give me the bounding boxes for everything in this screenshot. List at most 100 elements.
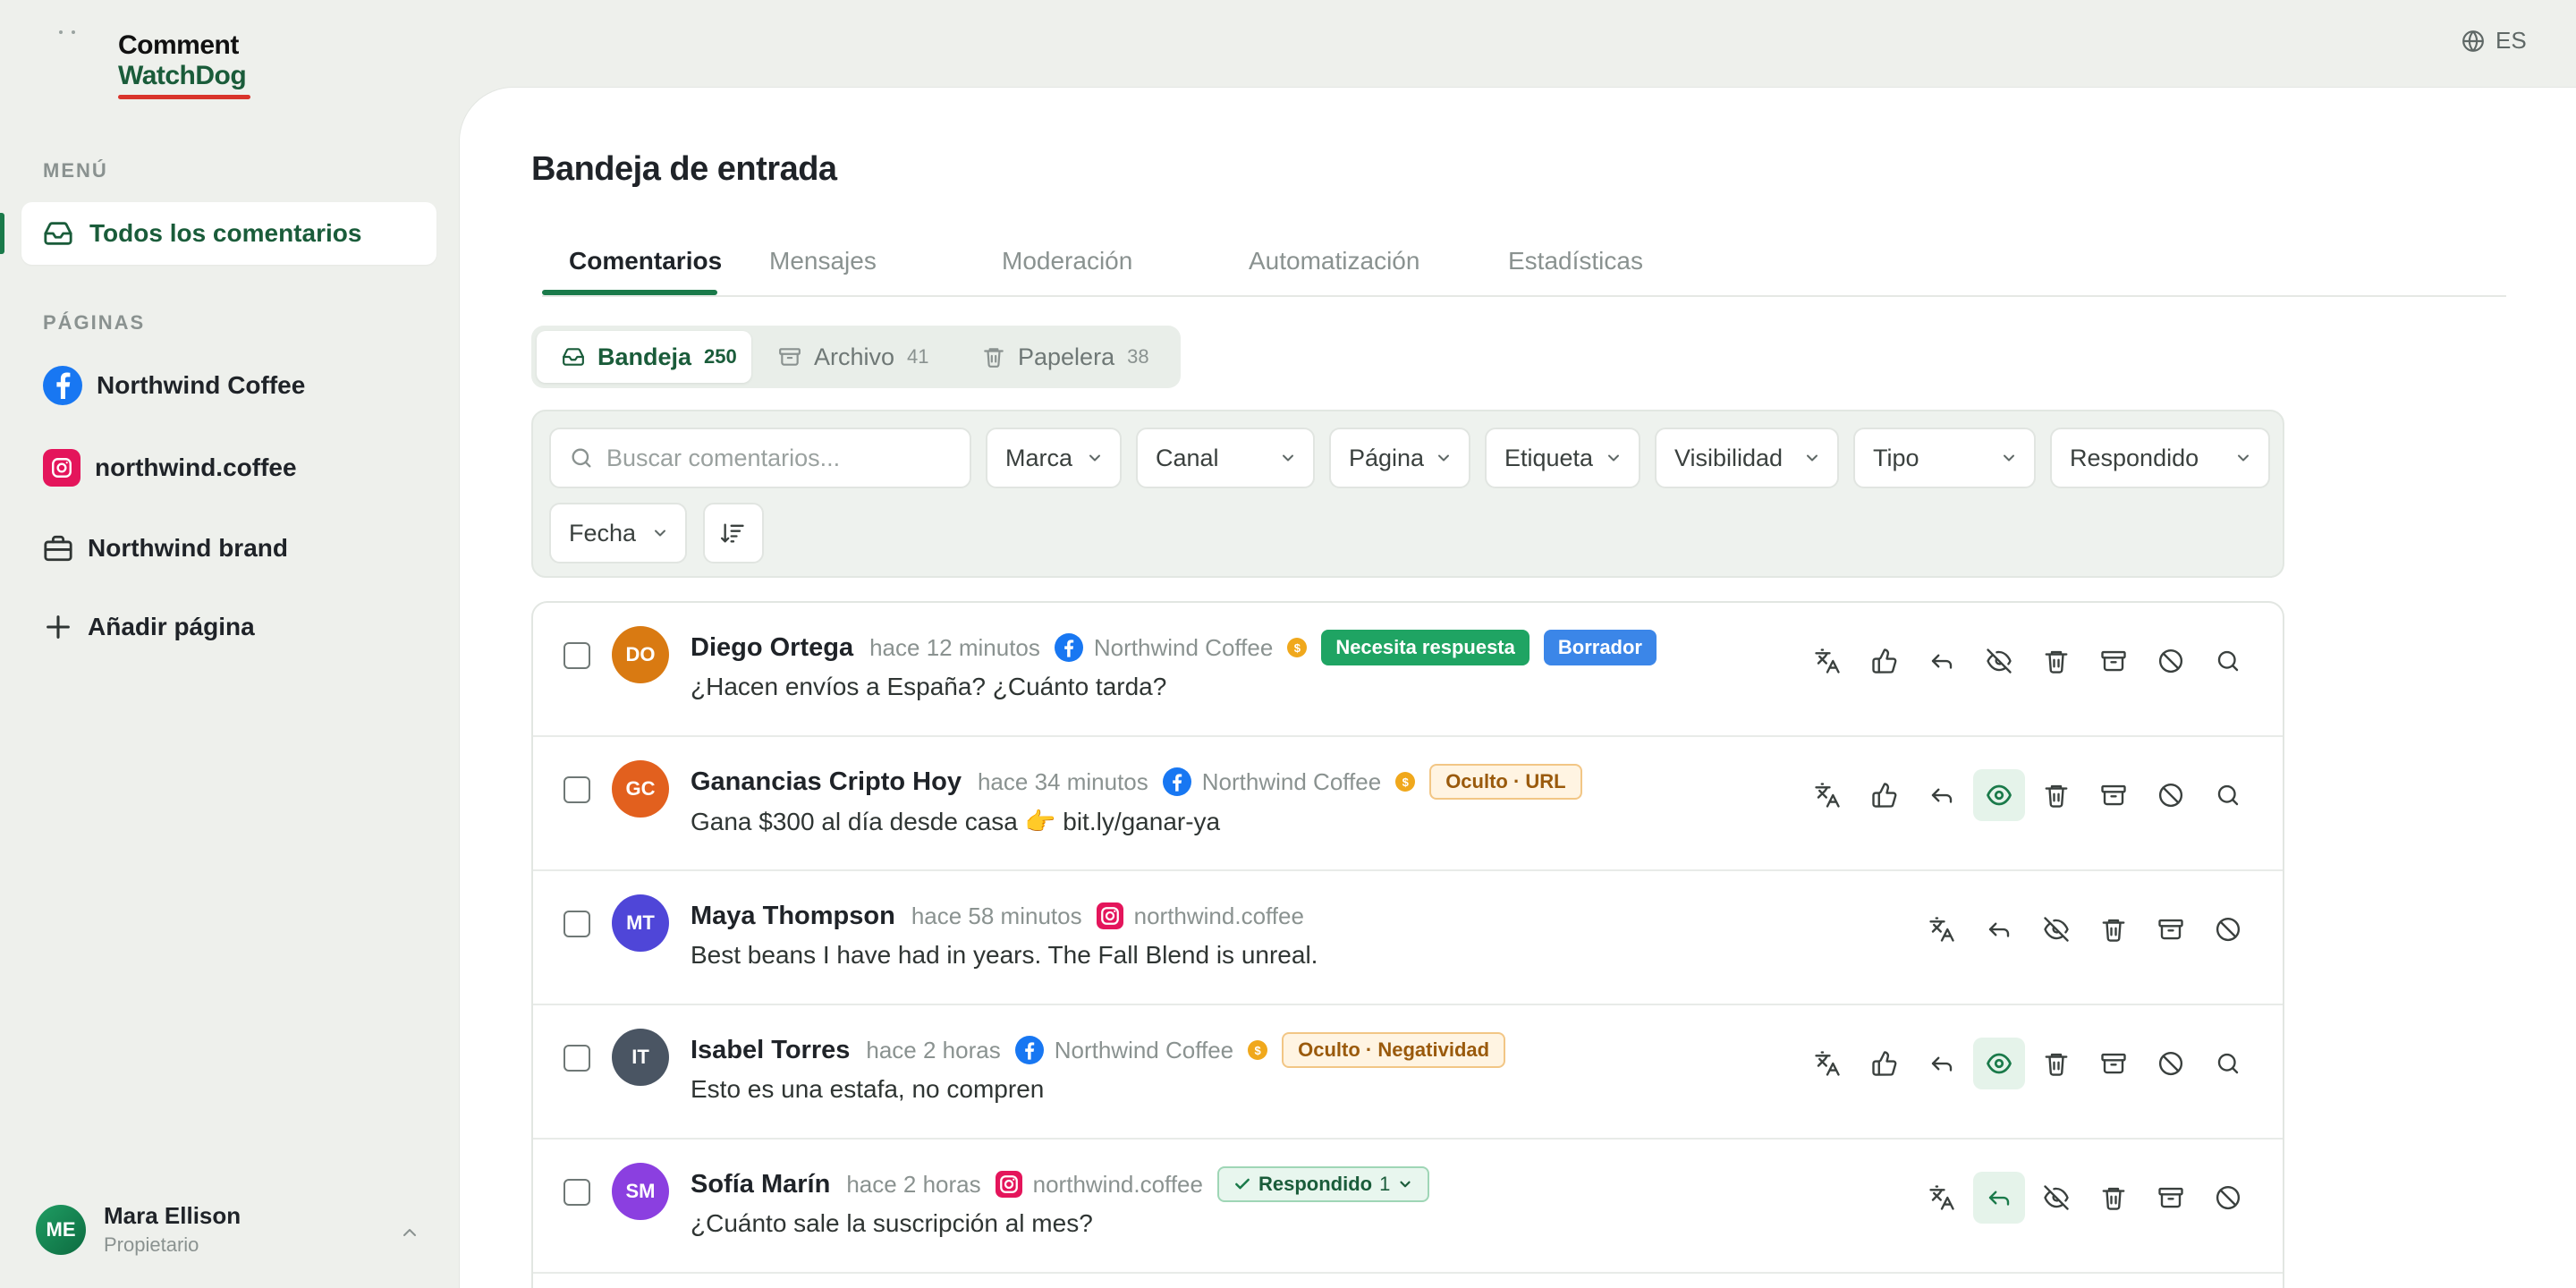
segment-papelera[interactable]: Papelera 38 <box>982 331 1179 383</box>
filter-canal[interactable]: Canal <box>1136 428 1315 488</box>
comment-row[interactable]: GC Ganancias Cripto Hoy hace 34 minutos Nor… <box>533 737 2283 871</box>
action-trash-button[interactable] <box>2088 903 2140 955</box>
language-switcher[interactable]: ES <box>2462 27 2527 55</box>
action-eye-off-button[interactable] <box>1973 635 2025 687</box>
chevron-down-icon <box>1435 449 1453 467</box>
app-logo[interactable]: Comment WatchDog <box>118 30 250 99</box>
action-reply-button[interactable] <box>1916 635 1968 687</box>
sort-button[interactable] <box>703 503 764 564</box>
trash-icon <box>2100 916 2127 943</box>
tab-automatizacion[interactable]: Automatización <box>1249 247 1419 275</box>
menu-section-label: MENÚ <box>43 159 108 182</box>
filter-fecha[interactable]: Fecha <box>549 503 687 564</box>
segment-count: 41 <box>907 345 929 368</box>
sort-icon <box>721 521 746 546</box>
trash-icon <box>2043 648 2070 674</box>
action-reply-button[interactable] <box>1916 1038 1968 1089</box>
chevron-down-icon <box>1605 449 1623 467</box>
tab-moderacion[interactable]: Moderación <box>1002 247 1132 275</box>
add-page-button[interactable]: Añadir página <box>43 605 255 649</box>
action-trash-button[interactable] <box>2088 1172 2140 1224</box>
filter-tipo[interactable]: Tipo <box>1853 428 2036 488</box>
comment-row[interactable]: MT Maya Thompson hace 58 minutos northwind.… <box>533 871 2283 1005</box>
filter-visibilidad[interactable]: Visibilidad <box>1655 428 1839 488</box>
sidebar: Comment WatchDog MENÚ Todos los comentar… <box>0 0 458 1288</box>
action-trash-button[interactable] <box>2030 635 2082 687</box>
tab-comentarios[interactable]: Comentarios <box>569 247 722 275</box>
action-trash-button[interactable] <box>2030 769 2082 821</box>
logo-line2: WatchDog <box>118 61 247 90</box>
trash-icon <box>982 345 1005 369</box>
action-translate-button[interactable] <box>1916 903 1968 955</box>
action-block-button[interactable] <box>2145 1038 2197 1089</box>
trash-icon <box>2100 1184 2127 1211</box>
sidebar-item-all-comments[interactable]: Todos los comentarios <box>21 202 436 265</box>
chevron-up-icon[interactable] <box>399 1222 420 1243</box>
sidebar-page-northwind-brand[interactable]: Northwind brand <box>43 526 288 571</box>
action-reply-button[interactable] <box>1916 769 1968 821</box>
archive-icon <box>2100 1050 2127 1077</box>
action-reply-button[interactable] <box>1973 903 2025 955</box>
action-eye-button[interactable] <box>1973 1038 2025 1089</box>
search-icon <box>569 445 594 470</box>
filter-respondido[interactable]: Respondido <box>2050 428 2270 488</box>
action-search-button[interactable] <box>2202 1038 2254 1089</box>
action-block-button[interactable] <box>2145 635 2197 687</box>
archive-icon <box>2157 1184 2184 1211</box>
inbox-icon <box>43 218 73 249</box>
action-archive-button[interactable] <box>2145 903 2197 955</box>
action-eye-button[interactable] <box>1973 769 2025 821</box>
action-search-button[interactable] <box>2202 635 2254 687</box>
action-block-button[interactable] <box>2202 1172 2254 1224</box>
action-trash-button[interactable] <box>2030 1038 2082 1089</box>
action-like-button[interactable] <box>1859 769 1911 821</box>
action-reply-button[interactable] <box>1973 1172 2025 1224</box>
action-eye-off-button[interactable] <box>2030 1172 2082 1224</box>
like-icon <box>1871 782 1898 809</box>
action-block-button[interactable] <box>2145 769 2197 821</box>
action-translate-button[interactable] <box>1801 1038 1853 1089</box>
action-like-button[interactable] <box>1859 635 1911 687</box>
filter-etiqueta[interactable]: Etiqueta <box>1485 428 1640 488</box>
search-input[interactable] <box>606 444 964 472</box>
comment-row[interactable]: SM Sofía Marín hace 2 horas northwind.coffe… <box>533 1140 2283 1274</box>
reply-icon <box>1928 648 1955 674</box>
eye-off-icon <box>2043 1184 2070 1211</box>
user-profile[interactable]: ME Mara Ellison Propietario <box>36 1202 241 1257</box>
like-icon <box>1871 648 1898 674</box>
segment-label: Bandeja <box>597 343 692 370</box>
action-search-button[interactable] <box>2202 769 2254 821</box>
action-translate-button[interactable] <box>1916 1172 1968 1224</box>
segment-archivo[interactable]: Archivo 41 <box>778 331 957 383</box>
filter-pagina[interactable]: Página <box>1329 428 1470 488</box>
action-archive-button[interactable] <box>2088 635 2140 687</box>
page-title: Bandeja de entrada <box>531 150 837 188</box>
active-indicator <box>0 213 4 254</box>
action-block-button[interactable] <box>2202 903 2254 955</box>
tab-estadisticas[interactable]: Estadísticas <box>1508 247 1643 275</box>
segment-bandeja[interactable]: Bandeja 250 <box>537 331 751 383</box>
sidebar-item-label: Todos los comentarios <box>89 219 362 247</box>
plus-icon <box>43 612 73 642</box>
action-translate-button[interactable] <box>1801 635 1853 687</box>
action-like-button[interactable] <box>1859 1038 1911 1089</box>
sidebar-page-northwind-coffee[interactable]: Northwind Coffee <box>43 363 305 408</box>
tab-mensajes[interactable]: Mensajes <box>769 247 877 275</box>
filter-marca[interactable]: Marca <box>986 428 1122 488</box>
action-eye-off-button[interactable] <box>2030 903 2082 955</box>
sidebar-page-northwind-instagram[interactable]: northwind.coffee <box>43 445 297 490</box>
action-archive-button[interactable] <box>2088 1038 2140 1089</box>
comment-list: DO Diego Ortega hace 12 minutos Northwind C… <box>531 601 2284 1288</box>
instagram-icon <box>43 449 80 487</box>
action-archive-button[interactable] <box>2088 769 2140 821</box>
action-translate-button[interactable] <box>1801 769 1853 821</box>
folder-segmented-control: Bandeja 250 Archivo 41 Papelera 38 <box>531 326 1181 388</box>
search-box[interactable] <box>549 428 971 488</box>
comment-row[interactable]: DO Diego Ortega hace 12 minutos Northwind C… <box>533 603 2283 737</box>
main-panel: Bandeja de entrada Comentarios Mensajes … <box>460 88 2576 1288</box>
logo-underline <box>118 95 250 99</box>
eye-off-icon <box>1986 648 2012 674</box>
action-archive-button[interactable] <box>2145 1172 2197 1224</box>
block-icon <box>2157 782 2184 809</box>
comment-row[interactable]: IT Isabel Torres hace 2 horas Northwind Cof… <box>533 1005 2283 1140</box>
